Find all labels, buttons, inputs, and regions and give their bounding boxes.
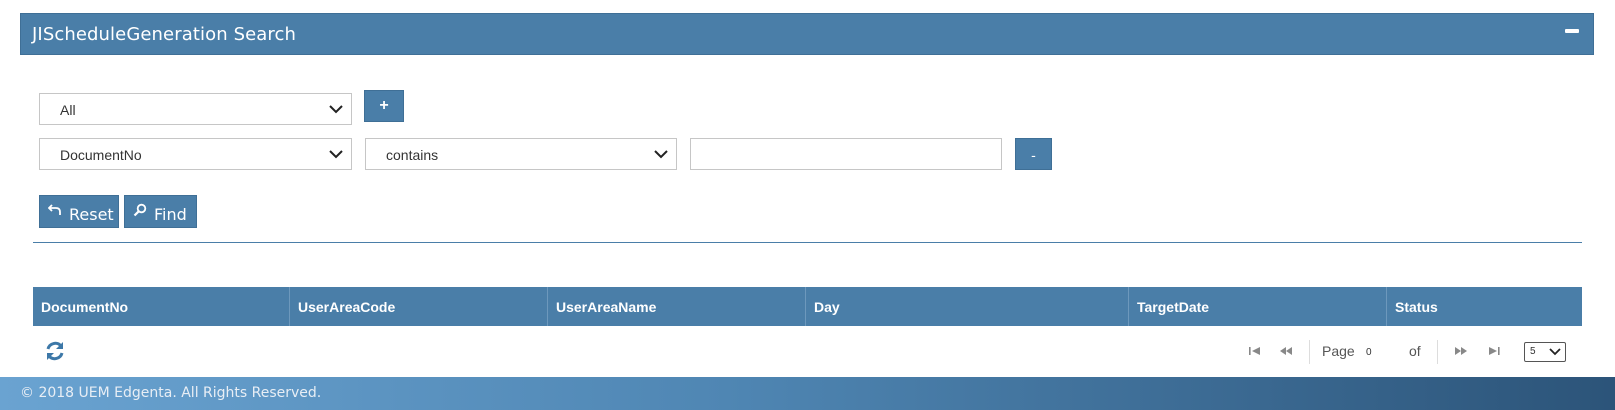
find-label: Find xyxy=(154,205,187,224)
page-number-input[interactable]: 0 xyxy=(1362,343,1402,361)
search-icon xyxy=(133,203,147,217)
pager-separator xyxy=(1309,340,1310,364)
grid-header: DocumentNo UserAreaCode UserAreaName Day… xyxy=(33,287,1582,326)
panel-header: JIScheduleGeneration Search xyxy=(20,13,1594,55)
refresh-icon[interactable] xyxy=(44,340,66,362)
copyright-text: © 2018 UEM Edgenta. All Rights Reserved. xyxy=(20,385,322,401)
operator-select-value: contains xyxy=(386,147,439,163)
operator-select[interactable]: contains xyxy=(365,138,677,170)
column-header-userareaname[interactable]: UserAreaName xyxy=(548,287,806,326)
column-header-userareacode[interactable]: UserAreaCode xyxy=(290,287,548,326)
remove-filter-label: - xyxy=(1031,147,1036,163)
column-header-targetdate[interactable]: TargetDate xyxy=(1129,287,1387,326)
scope-select-value: All xyxy=(60,102,76,118)
panel-title: JIScheduleGeneration Search xyxy=(32,24,297,45)
divider xyxy=(33,242,1582,243)
previous-page-icon[interactable] xyxy=(1278,345,1294,357)
undo-arrow-icon xyxy=(48,204,61,215)
reset-label: Reset xyxy=(69,205,114,224)
chevron-down-icon xyxy=(654,150,668,159)
chevron-down-icon xyxy=(1549,348,1561,356)
pager-separator xyxy=(1437,340,1438,364)
column-header-day[interactable]: Day xyxy=(806,287,1129,326)
footer: © 2018 UEM Edgenta. All Rights Reserved. xyxy=(0,377,1615,410)
of-label: of xyxy=(1409,343,1421,359)
column-header-documentno[interactable]: DocumentNo xyxy=(33,287,290,326)
field-select-value: DocumentNo xyxy=(60,147,142,163)
next-page-icon[interactable] xyxy=(1453,345,1469,357)
reset-button[interactable]: Reset xyxy=(39,195,119,228)
remove-filter-button[interactable]: - xyxy=(1015,138,1052,170)
page-size-select[interactable]: 5 xyxy=(1524,342,1566,362)
add-filter-label: + xyxy=(379,97,389,114)
page-number-value: 0 xyxy=(1366,347,1372,358)
minus-icon xyxy=(1565,29,1579,33)
collapse-button[interactable] xyxy=(1565,27,1579,35)
chevron-down-icon xyxy=(329,105,343,114)
field-select[interactable]: DocumentNo xyxy=(39,138,352,170)
last-page-icon[interactable] xyxy=(1486,345,1502,357)
find-button[interactable]: Find xyxy=(124,195,197,228)
add-filter-button[interactable]: + xyxy=(364,90,404,122)
column-header-status[interactable]: Status xyxy=(1387,287,1582,326)
chevron-down-icon xyxy=(329,150,343,159)
page-size-value: 5 xyxy=(1530,346,1536,357)
filter-value-input[interactable] xyxy=(690,138,1002,170)
scope-select[interactable]: All xyxy=(39,93,352,125)
page-label: Page xyxy=(1322,343,1355,359)
first-page-icon[interactable] xyxy=(1247,345,1263,357)
